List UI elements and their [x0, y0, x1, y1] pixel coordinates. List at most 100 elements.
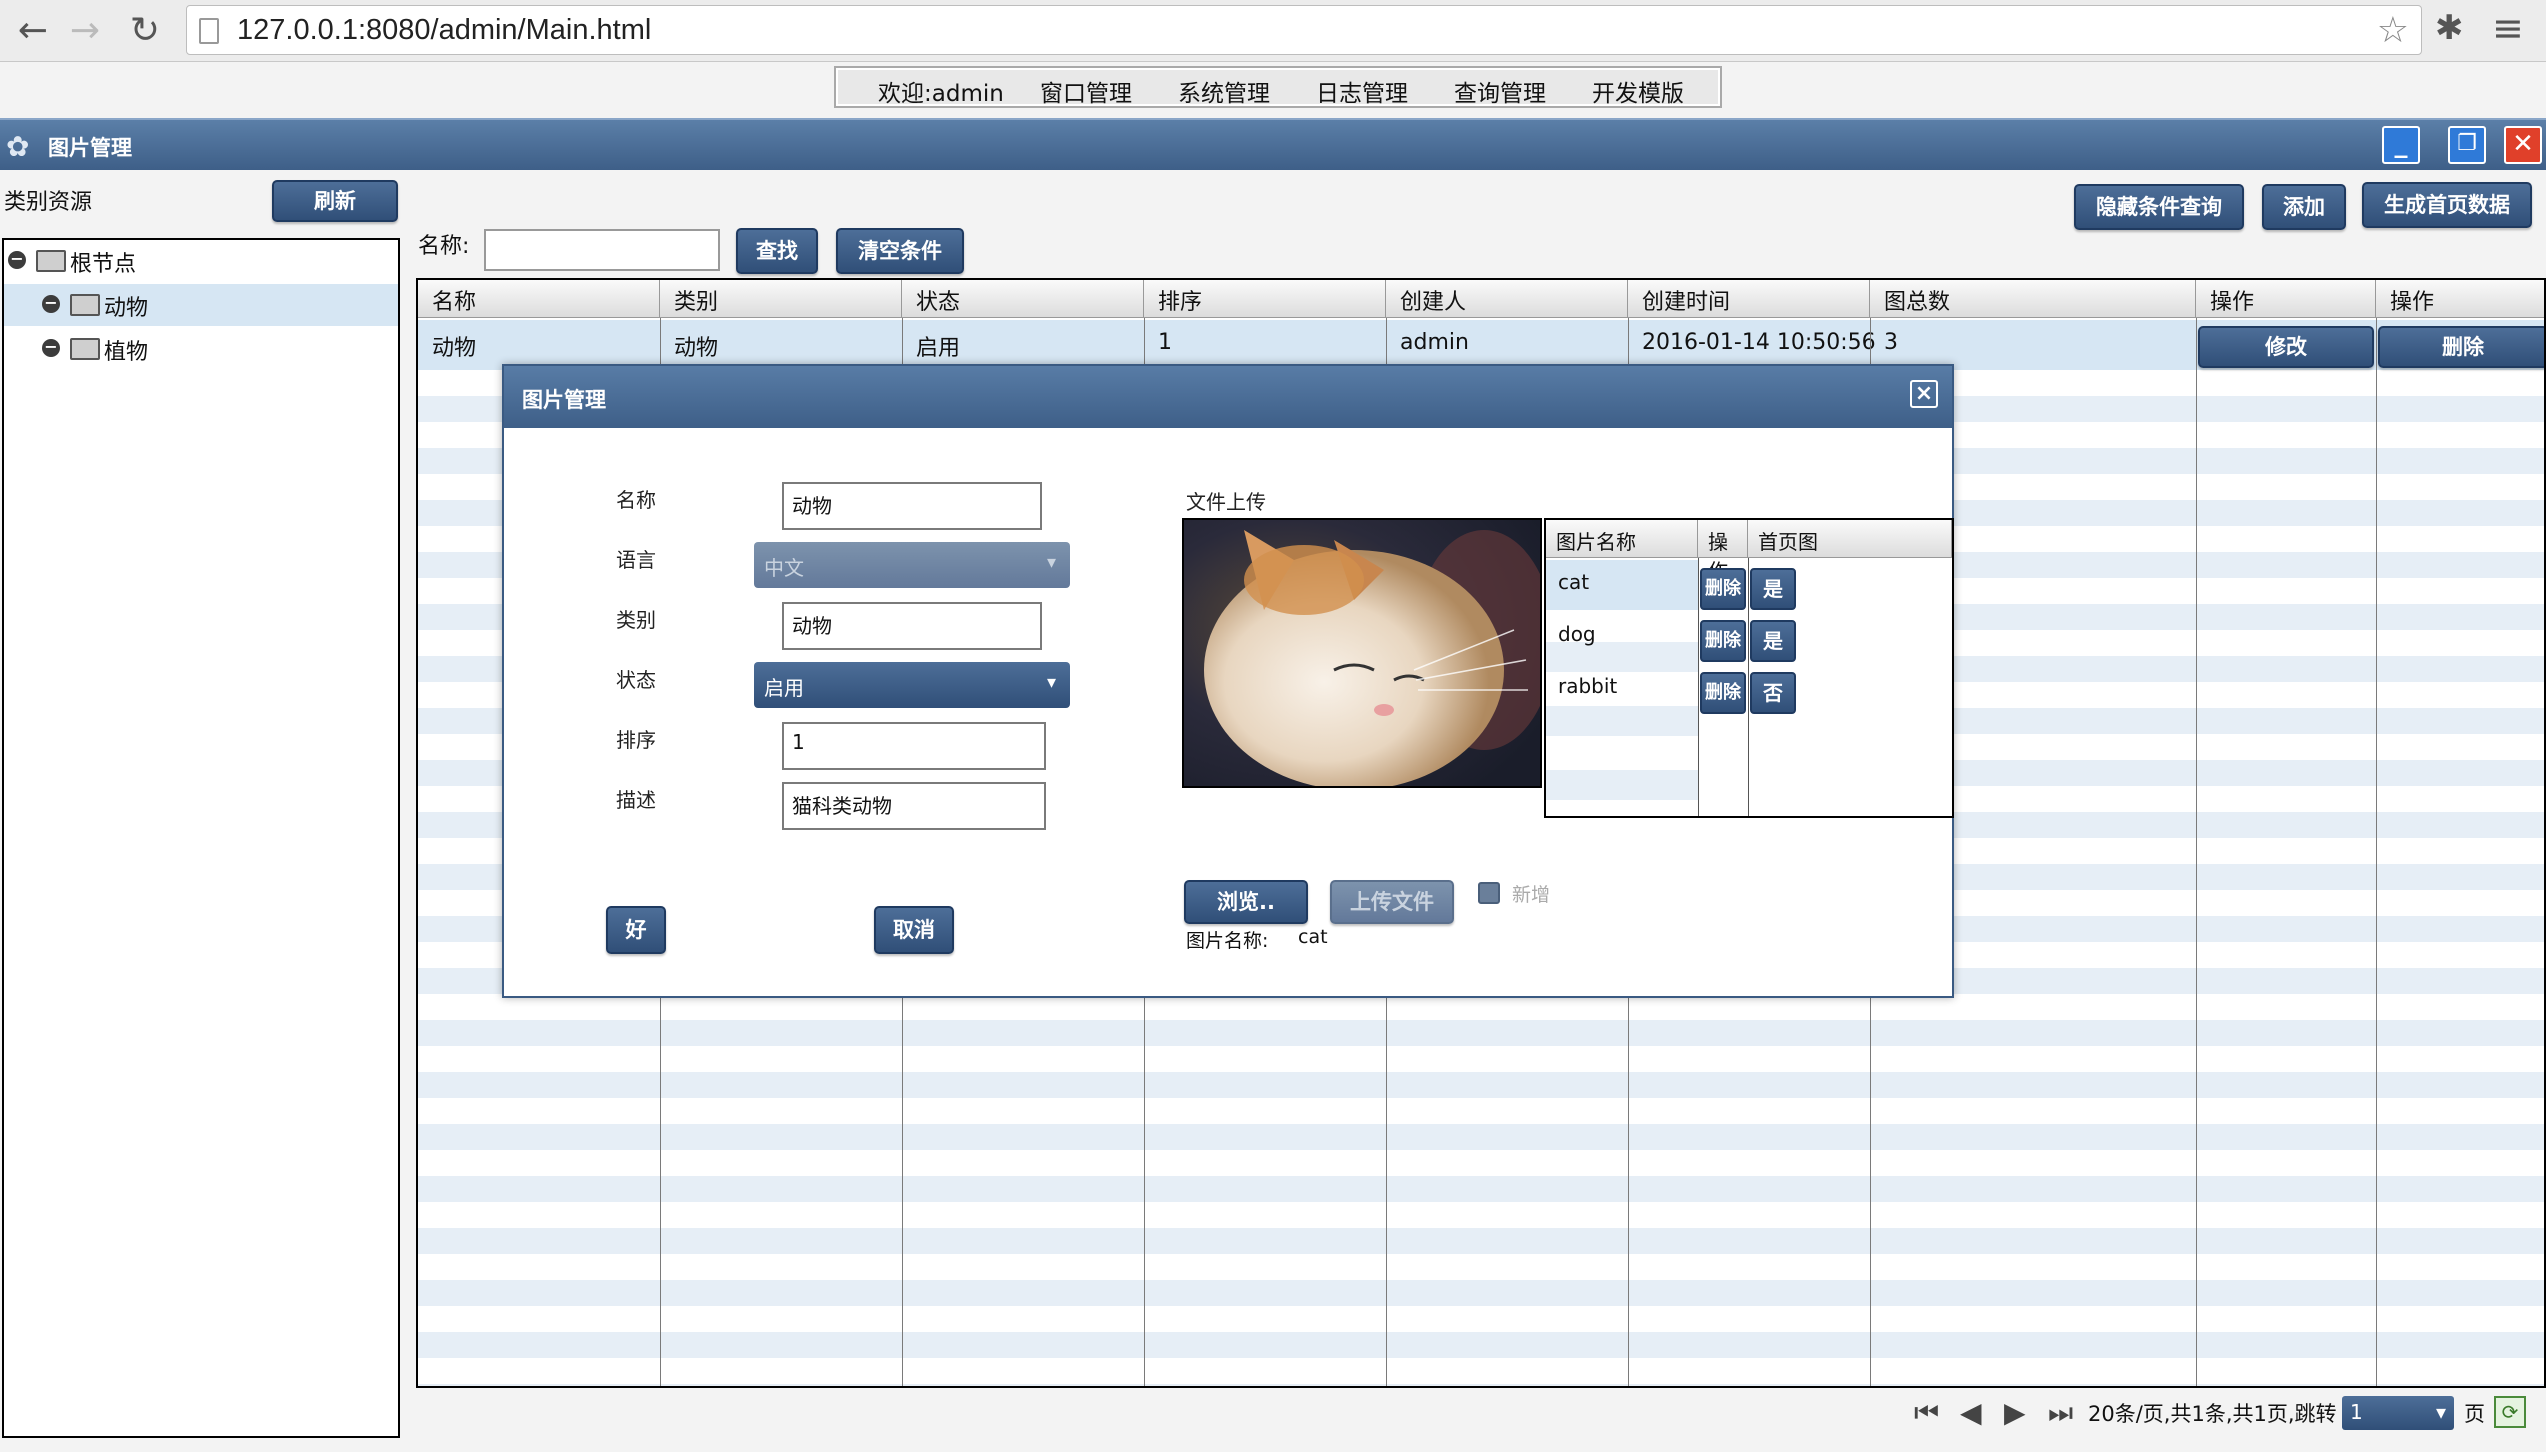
dialog-close-icon[interactable]: × — [1910, 380, 1938, 408]
column-header[interactable]: 操作 — [1698, 520, 1748, 583]
grid-stripe — [418, 1384, 2544, 1386]
image-preview — [1182, 518, 1542, 788]
form-language-label: 语言 — [616, 548, 656, 572]
column-header[interactable]: 状态 — [902, 280, 1144, 318]
image-name-cell[interactable]: rabbit — [1558, 674, 1617, 698]
clear-conditions-button[interactable]: 清空条件 — [836, 228, 964, 274]
column-header[interactable]: 图片名称 — [1546, 520, 1698, 558]
new-checkbox[interactable] — [1478, 882, 1500, 904]
window-title-bar: ✿ 图片管理 _ ❐ ✕ — [0, 118, 2546, 170]
close-window-icon[interactable]: ✕ — [2504, 126, 2542, 164]
menu-item-system[interactable]: 系统管理 — [1178, 74, 1270, 108]
ok-button[interactable]: 好 — [606, 906, 666, 954]
cell-order: 1 — [1158, 330, 1172, 355]
form-language-select: 中文 ▾ — [754, 542, 1070, 588]
hide-query-button[interactable]: 隐藏条件查询 — [2074, 184, 2244, 230]
collapse-icon[interactable]: − — [42, 339, 60, 357]
menu-item-template[interactable]: 开发模版 — [1592, 74, 1684, 108]
chevron-down-icon: ▾ — [2435, 1400, 2446, 1424]
image-name-cell[interactable]: dog — [1558, 622, 1596, 646]
pager: ⏮ ◀ ▶ ⏭ 20条/页,共1条,共1页,跳转 1 ▾ 页 ⟳ — [1900, 1392, 2546, 1436]
url-text: 127.0.0.1:8080/admin/Main.html — [237, 14, 652, 46]
search-name-input[interactable] — [484, 229, 720, 271]
cell-category: 动物 — [674, 336, 719, 361]
first-page-icon[interactable]: ⏮ — [1914, 1396, 1939, 1430]
form-order-input[interactable]: 1 — [782, 722, 1046, 770]
home-image-toggle[interactable]: 是 — [1750, 568, 1796, 610]
column-header[interactable]: 排序 — [1144, 280, 1386, 318]
tree-node-animal[interactable]: − 动物 — [4, 284, 398, 326]
column-header[interactable]: 名称 — [418, 280, 660, 318]
column-header[interactable]: 操作 — [2376, 280, 2544, 318]
form-name-input[interactable]: 动物 — [782, 482, 1042, 530]
image-list-table: 图片名称 操作 首页图 cat 删除 是 dog 删除 是 rabbit 删除 … — [1544, 518, 1954, 818]
status-value: 启用 — [764, 676, 804, 700]
delete-button[interactable]: 删除 — [2378, 326, 2544, 368]
folder-icon — [70, 294, 100, 316]
image-name-cell[interactable]: cat — [1558, 570, 1589, 594]
cat-photo — [1184, 520, 1540, 786]
last-page-icon[interactable]: ⏭ — [2048, 1396, 2073, 1430]
image-manager-dialog: 图片管理 × 名称 动物 语言 中文 ▾ 类别 动物 状态 启用 ▾ 排序 1 … — [502, 364, 1954, 998]
home-image-toggle[interactable]: 是 — [1750, 620, 1796, 662]
tree-node-plant[interactable]: − 植物 — [4, 328, 398, 370]
minimize-icon[interactable]: _ — [2382, 126, 2420, 164]
edit-button[interactable]: 修改 — [2198, 326, 2374, 368]
forward-arrow-icon[interactable]: → — [62, 8, 108, 54]
home-image-toggle[interactable]: 否 — [1750, 672, 1796, 714]
back-arrow-icon[interactable]: ← — [10, 8, 56, 54]
add-button[interactable]: 添加 — [2262, 184, 2346, 230]
category-tree: − 根节点 − 动物 − 植物 — [2, 238, 400, 1438]
menu-item-window[interactable]: 窗口管理 — [1040, 74, 1132, 108]
form-status-select[interactable]: 启用 ▾ — [754, 662, 1070, 708]
menu-item-query[interactable]: 查询管理 — [1454, 74, 1546, 108]
reload-icon[interactable]: ↻ — [122, 8, 168, 54]
refresh-button[interactable]: 刷新 — [272, 180, 398, 222]
column-header[interactable]: 操作 — [2196, 280, 2376, 318]
image-name-label: 图片名称: — [1186, 930, 1269, 952]
column-header[interactable]: 首页图 — [1748, 520, 1952, 558]
cancel-button[interactable]: 取消 — [874, 906, 954, 954]
column-header[interactable]: 创建时间 — [1628, 280, 1870, 318]
app-gear-icon: ✿ — [6, 130, 30, 163]
form-description-input[interactable]: 猫科类动物 — [782, 782, 1046, 830]
grid-stripe — [418, 1020, 2544, 1046]
upload-file-button: 上传文件 — [1330, 880, 1454, 924]
collapse-icon[interactable]: − — [8, 251, 26, 269]
address-bar[interactable]: 127.0.0.1:8080/admin/Main.html ☆ — [186, 5, 2422, 55]
search-name-label: 名称: — [418, 234, 470, 259]
prev-page-icon[interactable]: ◀ — [1960, 1396, 1982, 1429]
browse-button[interactable]: 浏览.. — [1184, 880, 1308, 924]
delete-image-button[interactable]: 删除 — [1700, 568, 1746, 610]
language-value: 中文 — [764, 556, 804, 580]
page-select[interactable]: 1 ▾ — [2342, 1396, 2454, 1430]
grid-stripe — [418, 1228, 2544, 1254]
page-suffix: 页 — [2464, 1402, 2485, 1426]
tree-node-label: 动物 — [104, 296, 149, 321]
menu-icon[interactable]: ≡ — [2492, 6, 2524, 50]
delete-image-button[interactable]: 删除 — [1700, 672, 1746, 714]
welcome-text: 欢迎:admin — [878, 81, 1004, 107]
collapse-icon[interactable]: − — [42, 295, 60, 313]
chevron-down-icon: ▾ — [1046, 552, 1056, 573]
delete-image-button[interactable]: 删除 — [1700, 620, 1746, 662]
column-header[interactable]: 创建人 — [1386, 280, 1628, 318]
generate-home-data-button[interactable]: 生成首页数据 — [2362, 182, 2532, 228]
refresh-page-icon[interactable]: ⟳ — [2494, 1396, 2526, 1428]
menu-item-log[interactable]: 日志管理 — [1316, 74, 1408, 108]
column-header[interactable]: 图总数 — [1870, 280, 2196, 318]
extensions-icon[interactable]: ✱ — [2435, 8, 2464, 48]
tree-node-root[interactable]: − 根节点 — [4, 240, 398, 282]
dialog-title: 图片管理 — [522, 388, 606, 412]
tree-node-label: 植物 — [104, 340, 149, 365]
column-divider — [2376, 318, 2377, 1386]
bookmark-star-icon[interactable]: ☆ — [2377, 10, 2409, 51]
form-category-input[interactable]: 动物 — [782, 602, 1042, 650]
column-divider — [1748, 558, 1749, 816]
top-menu: 欢迎:admin 窗口管理 系统管理 日志管理 查询管理 开发模版 — [834, 66, 1722, 108]
cell-status: 启用 — [916, 336, 961, 361]
search-button[interactable]: 查找 — [736, 228, 818, 274]
column-header[interactable]: 类别 — [660, 280, 902, 318]
next-page-icon[interactable]: ▶ — [2004, 1396, 2026, 1429]
restore-icon[interactable]: ❐ — [2448, 126, 2486, 164]
